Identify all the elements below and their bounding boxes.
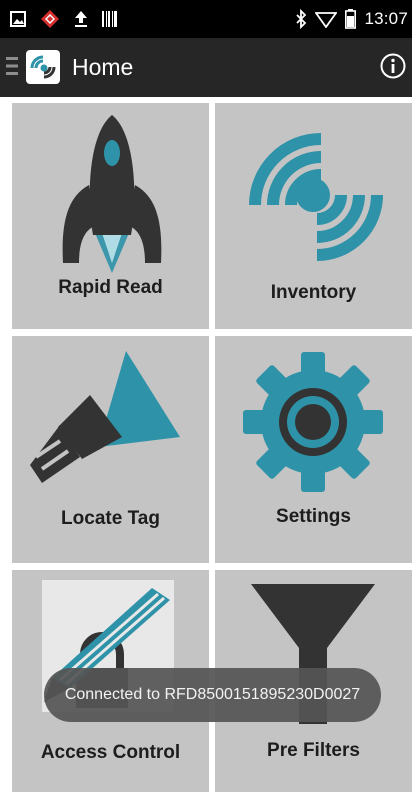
clock: 13:07 (364, 9, 408, 28)
status-bar-right: 13:07 (295, 9, 408, 29)
connection-toast: Connected to RFD8500151895230D0027 (44, 668, 381, 722)
app-logo-icon[interactable] (26, 50, 60, 84)
tile-label-access-control: Access Control (40, 742, 181, 763)
menu-icon[interactable] (6, 55, 18, 77)
app-title: Home (72, 54, 134, 80)
tile-rapid-read[interactable]: Rapid Read (12, 103, 209, 329)
app-bar: Home (0, 38, 412, 97)
barcode-icon (102, 11, 117, 27)
wifi-icon (315, 12, 338, 28)
tile-settings[interactable]: Settings (215, 336, 412, 563)
upload-icon (75, 11, 87, 27)
image-icon (10, 11, 26, 27)
tile-label-locate-tag: Locate Tag (61, 508, 160, 529)
flashlight-icon (30, 351, 180, 483)
status-bar-left (10, 9, 118, 29)
info-icon[interactable] (380, 53, 406, 79)
gear-icon (243, 352, 383, 492)
tile-label-rapid-read: Rapid Read (58, 277, 163, 298)
tile-label-pre-filters: Pre Filters (267, 740, 360, 761)
toast-message: Connected to RFD8500151895230D0027 (64, 686, 361, 703)
signal-waves-icon (249, 133, 383, 261)
alert-diamond-icon (41, 10, 59, 28)
bluetooth-icon (296, 9, 307, 29)
rocket-icon (62, 115, 162, 273)
tile-locate-tag[interactable]: Locate Tag (12, 336, 209, 563)
tile-label-inventory: Inventory (270, 282, 357, 303)
status-bar: 13:07 (0, 0, 412, 38)
tile-label-settings: Settings (276, 506, 351, 527)
tile-inventory[interactable]: Inventory (215, 103, 412, 329)
battery-icon (345, 9, 357, 29)
